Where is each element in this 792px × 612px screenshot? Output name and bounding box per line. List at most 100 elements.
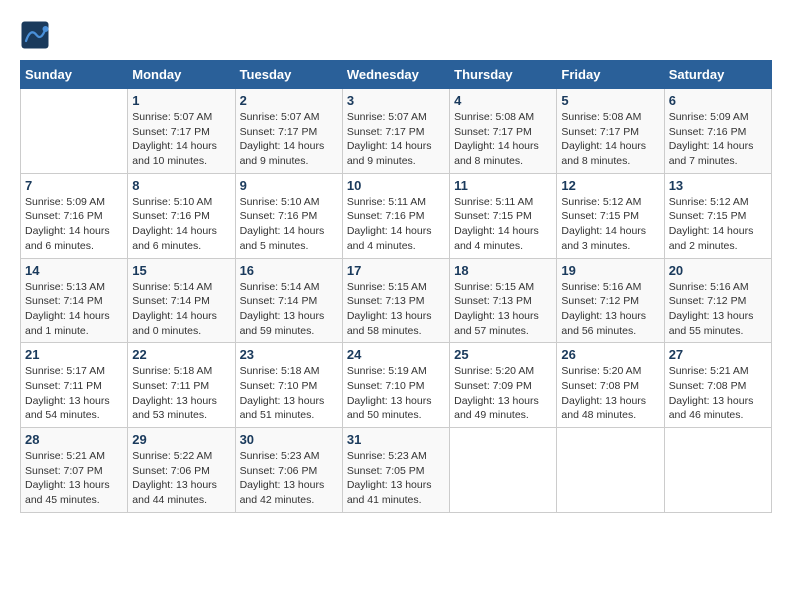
calendar-cell: 16 Sunrise: 5:14 AM Sunset: 7:14 PM Dayli… <box>235 258 342 343</box>
calendar-cell: 17 Sunrise: 5:15 AM Sunset: 7:13 PM Dayli… <box>342 258 449 343</box>
day-info: Sunrise: 5:13 AM Sunset: 7:14 PM Dayligh… <box>25 280 123 339</box>
calendar-cell: 5 Sunrise: 5:08 AM Sunset: 7:17 PM Daylig… <box>557 89 664 174</box>
day-info: Sunrise: 5:21 AM Sunset: 7:08 PM Dayligh… <box>669 364 767 423</box>
calendar-cell <box>664 428 771 513</box>
week-row-1: 7Sunrise: 5:09 AM Sunset: 7:16 PM Daylig… <box>21 173 772 258</box>
calendar-cell: 21Sunrise: 5:17 AM Sunset: 7:11 PM Dayli… <box>21 343 128 428</box>
day-number: 16 <box>240 263 338 278</box>
day-info: Sunrise: 5:16 AM Sunset: 7:12 PM Dayligh… <box>561 280 659 339</box>
calendar-cell: 24 Sunrise: 5:19 AM Sunset: 7:10 PM Dayli… <box>342 343 449 428</box>
calendar-cell: 8 Sunrise: 5:10 AM Sunset: 7:16 PM Daylig… <box>128 173 235 258</box>
day-number: 29 <box>132 432 230 447</box>
day-info: Sunrise: 5:08 AM Sunset: 7:17 PM Dayligh… <box>561 110 659 169</box>
day-number: 11 <box>454 178 552 193</box>
calendar-cell <box>557 428 664 513</box>
page-header <box>20 20 772 50</box>
calendar-cell: 28 Sunrise: 5:21 AM Sunset: 7:07 PM Dayli… <box>21 428 128 513</box>
day-info: Sunrise: 5:20 AM Sunset: 7:09 PM Dayligh… <box>454 364 552 423</box>
day-number: 8 <box>132 178 230 193</box>
day-number: 14 <box>25 263 123 278</box>
day-info: Sunrise: 5:17 AM Sunset: 7:11 PM Dayligh… <box>25 364 123 423</box>
day-number: 27 <box>669 347 767 362</box>
day-info: Sunrise: 5:23 AM Sunset: 7:06 PM Dayligh… <box>240 449 338 508</box>
calendar-cell: 14 Sunrise: 5:13 AM Sunset: 7:14 PM Dayli… <box>21 258 128 343</box>
day-number: 5 <box>561 93 659 108</box>
week-row-3: 21Sunrise: 5:17 AM Sunset: 7:11 PM Dayli… <box>21 343 772 428</box>
week-row-4: 28 Sunrise: 5:21 AM Sunset: 7:07 PM Dayli… <box>21 428 772 513</box>
day-number: 18 <box>454 263 552 278</box>
day-info: Sunrise: 5:10 AM Sunset: 7:16 PM Dayligh… <box>240 195 338 254</box>
day-info: Sunrise: 5:20 AM Sunset: 7:08 PM Dayligh… <box>561 364 659 423</box>
day-info: Sunrise: 5:09 AM Sunset: 7:16 PM Dayligh… <box>25 195 123 254</box>
day-info: Sunrise: 5:12 AM Sunset: 7:15 PM Dayligh… <box>561 195 659 254</box>
calendar-cell: 1 Sunrise: 5:07 AM Sunset: 7:17 PM Daylig… <box>128 89 235 174</box>
day-number: 19 <box>561 263 659 278</box>
calendar-cell: 23 Sunrise: 5:18 AM Sunset: 7:10 PM Dayli… <box>235 343 342 428</box>
header-tuesday: Tuesday <box>235 61 342 89</box>
calendar-cell <box>450 428 557 513</box>
week-row-0: 1 Sunrise: 5:07 AM Sunset: 7:17 PM Daylig… <box>21 89 772 174</box>
day-number: 12 <box>561 178 659 193</box>
week-row-2: 14 Sunrise: 5:13 AM Sunset: 7:14 PM Dayli… <box>21 258 772 343</box>
day-number: 28 <box>25 432 123 447</box>
day-number: 25 <box>454 347 552 362</box>
header-thursday: Thursday <box>450 61 557 89</box>
day-number: 24 <box>347 347 445 362</box>
day-info: Sunrise: 5:21 AM Sunset: 7:07 PM Dayligh… <box>25 449 123 508</box>
calendar-cell: 10Sunrise: 5:11 AM Sunset: 7:16 PM Dayli… <box>342 173 449 258</box>
day-info: Sunrise: 5:07 AM Sunset: 7:17 PM Dayligh… <box>132 110 230 169</box>
calendar-table: SundayMondayTuesdayWednesdayThursdayFrid… <box>20 60 772 513</box>
day-number: 10 <box>347 178 445 193</box>
day-info: Sunrise: 5:07 AM Sunset: 7:17 PM Dayligh… <box>347 110 445 169</box>
day-info: Sunrise: 5:14 AM Sunset: 7:14 PM Dayligh… <box>132 280 230 339</box>
day-number: 1 <box>132 93 230 108</box>
day-number: 30 <box>240 432 338 447</box>
day-info: Sunrise: 5:15 AM Sunset: 7:13 PM Dayligh… <box>347 280 445 339</box>
calendar-cell: 7Sunrise: 5:09 AM Sunset: 7:16 PM Daylig… <box>21 173 128 258</box>
calendar-cell: 12 Sunrise: 5:12 AM Sunset: 7:15 PM Dayli… <box>557 173 664 258</box>
day-number: 15 <box>132 263 230 278</box>
day-info: Sunrise: 5:11 AM Sunset: 7:15 PM Dayligh… <box>454 195 552 254</box>
calendar-cell: 11 Sunrise: 5:11 AM Sunset: 7:15 PM Dayli… <box>450 173 557 258</box>
calendar-cell: 3Sunrise: 5:07 AM Sunset: 7:17 PM Daylig… <box>342 89 449 174</box>
calendar-cell: 25 Sunrise: 5:20 AM Sunset: 7:09 PM Dayli… <box>450 343 557 428</box>
calendar-cell: 27 Sunrise: 5:21 AM Sunset: 7:08 PM Dayli… <box>664 343 771 428</box>
logo <box>20 20 54 50</box>
calendar-header-row: SundayMondayTuesdayWednesdayThursdayFrid… <box>21 61 772 89</box>
calendar-cell <box>21 89 128 174</box>
calendar-cell: 31 Sunrise: 5:23 AM Sunset: 7:05 PM Dayli… <box>342 428 449 513</box>
calendar-cell: 29 Sunrise: 5:22 AM Sunset: 7:06 PM Dayli… <box>128 428 235 513</box>
calendar-cell: 2Sunrise: 5:07 AM Sunset: 7:17 PM Daylig… <box>235 89 342 174</box>
day-info: Sunrise: 5:18 AM Sunset: 7:10 PM Dayligh… <box>240 364 338 423</box>
calendar-cell: 19 Sunrise: 5:16 AM Sunset: 7:12 PM Dayli… <box>557 258 664 343</box>
calendar-cell: 4 Sunrise: 5:08 AM Sunset: 7:17 PM Daylig… <box>450 89 557 174</box>
header-sunday: Sunday <box>21 61 128 89</box>
day-info: Sunrise: 5:22 AM Sunset: 7:06 PM Dayligh… <box>132 449 230 508</box>
day-number: 6 <box>669 93 767 108</box>
day-info: Sunrise: 5:08 AM Sunset: 7:17 PM Dayligh… <box>454 110 552 169</box>
day-number: 4 <box>454 93 552 108</box>
day-number: 26 <box>561 347 659 362</box>
day-number: 31 <box>347 432 445 447</box>
day-info: Sunrise: 5:23 AM Sunset: 7:05 PM Dayligh… <box>347 449 445 508</box>
day-info: Sunrise: 5:14 AM Sunset: 7:14 PM Dayligh… <box>240 280 338 339</box>
calendar-cell: 6 Sunrise: 5:09 AM Sunset: 7:16 PM Daylig… <box>664 89 771 174</box>
calendar-cell: 20 Sunrise: 5:16 AM Sunset: 7:12 PM Dayli… <box>664 258 771 343</box>
day-info: Sunrise: 5:10 AM Sunset: 7:16 PM Dayligh… <box>132 195 230 254</box>
day-number: 22 <box>132 347 230 362</box>
calendar-cell: 26 Sunrise: 5:20 AM Sunset: 7:08 PM Dayli… <box>557 343 664 428</box>
calendar-cell: 15 Sunrise: 5:14 AM Sunset: 7:14 PM Dayli… <box>128 258 235 343</box>
calendar-cell: 22Sunrise: 5:18 AM Sunset: 7:11 PM Dayli… <box>128 343 235 428</box>
logo-icon <box>20 20 50 50</box>
header-friday: Friday <box>557 61 664 89</box>
day-number: 17 <box>347 263 445 278</box>
day-info: Sunrise: 5:16 AM Sunset: 7:12 PM Dayligh… <box>669 280 767 339</box>
day-number: 23 <box>240 347 338 362</box>
calendar-cell: 30 Sunrise: 5:23 AM Sunset: 7:06 PM Dayli… <box>235 428 342 513</box>
day-number: 20 <box>669 263 767 278</box>
day-info: Sunrise: 5:09 AM Sunset: 7:16 PM Dayligh… <box>669 110 767 169</box>
day-info: Sunrise: 5:15 AM Sunset: 7:13 PM Dayligh… <box>454 280 552 339</box>
day-number: 13 <box>669 178 767 193</box>
day-info: Sunrise: 5:19 AM Sunset: 7:10 PM Dayligh… <box>347 364 445 423</box>
calendar-cell: 9Sunrise: 5:10 AM Sunset: 7:16 PM Daylig… <box>235 173 342 258</box>
